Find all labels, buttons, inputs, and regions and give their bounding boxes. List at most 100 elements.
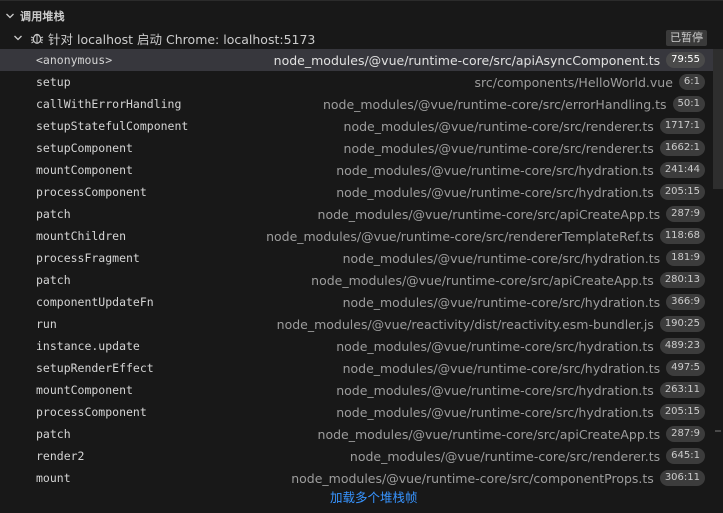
frame-line-column-badge: 79:55 xyxy=(666,52,705,68)
frame-file-path: node_modules/@vue/runtime-core/src/error… xyxy=(322,96,667,112)
call-stack-section-header[interactable]: 调用堆栈 xyxy=(0,5,723,27)
load-more-stack-frames-link[interactable]: 加载多个堆栈帧 xyxy=(330,487,418,506)
frame-location: src/components/HelloWorld.vue 6:1 xyxy=(475,74,705,90)
panel-divider xyxy=(0,0,723,1)
frame-function-name: patch xyxy=(36,207,71,221)
frame-function-name: mountComponent xyxy=(36,383,133,397)
frame-function-name: processFragment xyxy=(36,251,140,265)
frame-line-column-badge: 205:15 xyxy=(659,404,705,420)
stack-frame-row[interactable]: callWithErrorHandling node_modules/@vue/r… xyxy=(0,93,713,115)
frame-function-name: patch xyxy=(36,273,71,287)
frame-file-path: node_modules/@vue/runtime-core/src/rende… xyxy=(266,228,654,244)
frame-location: node_modules/@vue/runtime-core/src/apiCr… xyxy=(318,206,705,222)
frame-line-column-badge: 1662:1 xyxy=(659,140,705,156)
stack-frame-row[interactable]: setupStatefulComponent node_modules/@vue/… xyxy=(0,115,713,137)
stack-frame-row[interactable]: mountComponent node_modules/@vue/runtime-… xyxy=(0,379,713,401)
debug-session-icon xyxy=(30,31,44,45)
frame-function-name: run xyxy=(36,317,57,331)
frame-line-column-badge: 306:11 xyxy=(659,470,705,486)
frame-function-name: render2 xyxy=(36,449,85,463)
stack-frame-row[interactable]: <anonymous> node_modules/@vue/runtime-cor… xyxy=(0,49,713,71)
frame-location: node_modules/@vue/runtime-core/src/hydra… xyxy=(336,382,705,398)
frame-function-name: setupRenderEffect xyxy=(36,361,154,375)
session-label: 针对 localhost 启动 Chrome: localhost:5173 xyxy=(48,31,316,47)
frame-line-column-badge: 190:25 xyxy=(659,316,705,332)
chevron-down-icon[interactable] xyxy=(12,32,24,44)
frame-line-column-badge: 205:15 xyxy=(659,184,705,200)
frame-file-path: node_modules/@vue/runtime-core/src/hydra… xyxy=(342,294,661,310)
frame-location: node_modules/@vue/runtime-core/src/apiCr… xyxy=(318,426,705,442)
frame-file-path: node_modules/@vue/runtime-core/src/compo… xyxy=(291,470,654,486)
debug-session-row[interactable]: 针对 localhost 启动 Chrome: localhost:5173 已… xyxy=(0,27,723,49)
frame-file-path: node_modules/@vue/runtime-core/src/hydra… xyxy=(342,360,661,376)
stack-frame-row[interactable]: setupRenderEffect node_modules/@vue/runti… xyxy=(0,357,713,379)
frame-line-column-badge: 263:11 xyxy=(659,382,705,398)
stack-frame-row[interactable]: setup src/components/HelloWorld.vue 6:1 xyxy=(0,71,713,93)
frame-location: node_modules/@vue/runtime-core/src/rende… xyxy=(266,228,705,244)
frame-line-column-badge: 489:23 xyxy=(659,338,705,354)
frame-line-column-badge: 645:1 xyxy=(666,448,705,464)
frame-file-path: node_modules/@vue/runtime-core/src/apiCr… xyxy=(317,426,661,442)
frame-line-column-badge: 287:9 xyxy=(666,206,705,222)
frame-function-name: setupComponent xyxy=(36,141,133,155)
frame-location: node_modules/@vue/runtime-core/src/hydra… xyxy=(336,184,705,200)
scrollbar-marker xyxy=(715,430,721,432)
frame-location: node_modules/@vue/runtime-core/src/apiAs… xyxy=(274,52,705,68)
stack-frame-row[interactable]: mountComponent node_modules/@vue/runtime-… xyxy=(0,159,713,181)
frame-function-name: processComponent xyxy=(36,185,147,199)
stack-frame-row[interactable]: patch node_modules/@vue/runtime-core/src/… xyxy=(0,269,713,291)
frame-location: node_modules/@vue/runtime-core/src/error… xyxy=(323,96,705,112)
frame-line-column-badge: 118:68 xyxy=(659,228,705,244)
stack-frame-row[interactable]: setupComponent node_modules/@vue/runtime-… xyxy=(0,137,713,159)
frame-location: node_modules/@vue/runtime-core/src/hydra… xyxy=(343,250,705,266)
frame-file-path: node_modules/@vue/runtime-core/src/rende… xyxy=(343,140,654,156)
frame-file-path: node_modules/@vue/runtime-core/src/apiAs… xyxy=(273,52,661,68)
stack-frame-row[interactable]: render2 node_modules/@vue/runtime-core/sr… xyxy=(0,445,713,467)
frame-function-name: instance.update xyxy=(36,339,140,353)
frame-file-path: node_modules/@vue/runtime-core/src/hydra… xyxy=(336,184,654,200)
frame-location: node_modules/@vue/runtime-core/src/rende… xyxy=(344,140,705,156)
stack-frame-row[interactable]: instance.update node_modules/@vue/runtime… xyxy=(0,335,713,357)
frame-function-name: <anonymous> xyxy=(36,53,113,67)
stack-frame-row[interactable]: processFragment node_modules/@vue/runtime… xyxy=(0,247,713,269)
frame-line-column-badge: 50:1 xyxy=(672,96,705,112)
chevron-down-icon[interactable] xyxy=(4,10,16,22)
frame-line-column-badge: 280:13 xyxy=(659,272,705,288)
frame-file-path: node_modules/@vue/runtime-core/src/hydra… xyxy=(336,404,654,420)
frame-line-column-badge: 1717:1 xyxy=(659,118,705,134)
frame-line-column-badge: 497:5 xyxy=(666,360,705,376)
scrollbar-thumb[interactable] xyxy=(713,49,723,189)
stack-frame-row[interactable]: processComponent node_modules/@vue/runtim… xyxy=(0,181,713,203)
frame-file-path: node_modules/@vue/reactivity/dist/reacti… xyxy=(276,316,654,332)
frame-function-name: mountComponent xyxy=(36,163,133,177)
stack-frame-row[interactable]: patch node_modules/@vue/runtime-core/src/… xyxy=(0,423,713,445)
frame-location: node_modules/@vue/runtime-core/src/rende… xyxy=(344,118,705,134)
frame-function-name: setup xyxy=(36,75,71,89)
stack-frame-row[interactable]: componentUpdateFn node_modules/@vue/runti… xyxy=(0,291,713,313)
frame-function-name: mountChildren xyxy=(36,229,127,243)
frame-location: node_modules/@vue/runtime-core/src/rende… xyxy=(350,448,705,464)
stack-frame-row[interactable]: patch node_modules/@vue/runtime-core/src/… xyxy=(0,203,713,225)
stack-frame-row[interactable]: mountChildren node_modules/@vue/runtime-c… xyxy=(0,225,713,247)
frame-function-name: callWithErrorHandling xyxy=(36,97,182,111)
stack-frame-row[interactable]: mount node_modules/@vue/runtime-core/src/… xyxy=(0,467,713,489)
frame-location: node_modules/@vue/runtime-core/src/compo… xyxy=(291,470,705,486)
frame-function-name: mount xyxy=(36,471,71,485)
frame-function-name: patch xyxy=(36,427,71,441)
frame-location: node_modules/@vue/runtime-core/src/hydra… xyxy=(336,404,705,420)
stack-frame-list: <anonymous> node_modules/@vue/runtime-cor… xyxy=(0,49,713,489)
frame-function-name: setupStatefulComponent xyxy=(36,119,189,133)
frame-line-column-badge: 241:44 xyxy=(659,162,705,178)
frame-file-path: node_modules/@vue/runtime-core/src/apiCr… xyxy=(317,206,661,222)
stack-frame-row[interactable]: run node_modules/@vue/reactivity/dist/rea… xyxy=(0,313,713,335)
frame-location: node_modules/@vue/reactivity/dist/reacti… xyxy=(277,316,705,332)
call-stack-panel: 调用堆栈 针对 localhost 启动 Chrome: localhost:5… xyxy=(0,0,723,513)
frame-file-path: src/components/HelloWorld.vue xyxy=(474,74,673,90)
frame-location: node_modules/@vue/runtime-core/src/hydra… xyxy=(343,360,705,376)
frame-line-column-badge: 366:9 xyxy=(666,294,705,310)
stack-frame-row[interactable]: processComponent node_modules/@vue/runtim… xyxy=(0,401,713,423)
frame-file-path: node_modules/@vue/runtime-core/src/hydra… xyxy=(342,250,661,266)
frame-location: node_modules/@vue/runtime-core/src/hydra… xyxy=(343,294,705,310)
frame-line-column-badge: 181:9 xyxy=(666,250,705,266)
frame-file-path: node_modules/@vue/runtime-core/src/hydra… xyxy=(336,338,654,354)
